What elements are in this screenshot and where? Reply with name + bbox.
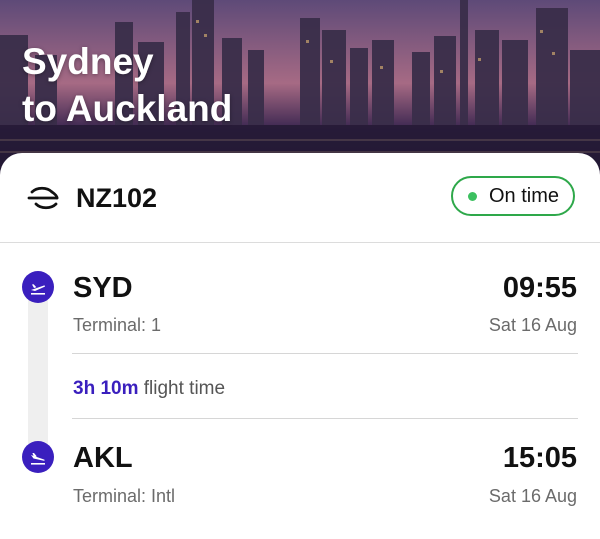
route-title: Sydney to Auckland xyxy=(22,38,232,132)
arrival-date: Sat 16 Aug xyxy=(488,486,577,506)
status-dot-icon xyxy=(468,191,477,201)
departure-airport-code: SYD xyxy=(73,272,133,304)
departure-time: 09:55 xyxy=(502,272,577,304)
arrival-time: 15:05 xyxy=(502,442,577,474)
timeline-track xyxy=(28,283,48,465)
arrival-airport-code: AKL xyxy=(73,442,133,474)
divider xyxy=(72,418,578,419)
takeoff-icon xyxy=(22,271,54,303)
flight-header: NZ102 On time xyxy=(0,153,600,243)
landing-icon xyxy=(22,441,54,473)
arrival-terminal: Terminal: Intl xyxy=(73,486,176,506)
divider xyxy=(72,353,578,354)
route-origin: Sydney xyxy=(22,41,154,82)
flight-duration: 3h 10m flight time xyxy=(73,378,225,400)
departure-date: Sat 16 Aug xyxy=(488,315,577,335)
status-text: On time xyxy=(489,184,560,207)
departure-terminal: Terminal: 1 xyxy=(73,315,162,335)
route-destination: to Auckland xyxy=(22,88,233,129)
flight-card: NZ102 On time SYD Terminal: 1 09:55 Sat … xyxy=(0,153,600,539)
status-badge: On time xyxy=(451,176,575,216)
flight-number: NZ102 xyxy=(76,183,158,213)
flight-duration-value: 3h 10m xyxy=(73,378,139,399)
air-new-zealand-koru-icon xyxy=(27,186,59,210)
flight-duration-label: flight time xyxy=(143,378,226,399)
